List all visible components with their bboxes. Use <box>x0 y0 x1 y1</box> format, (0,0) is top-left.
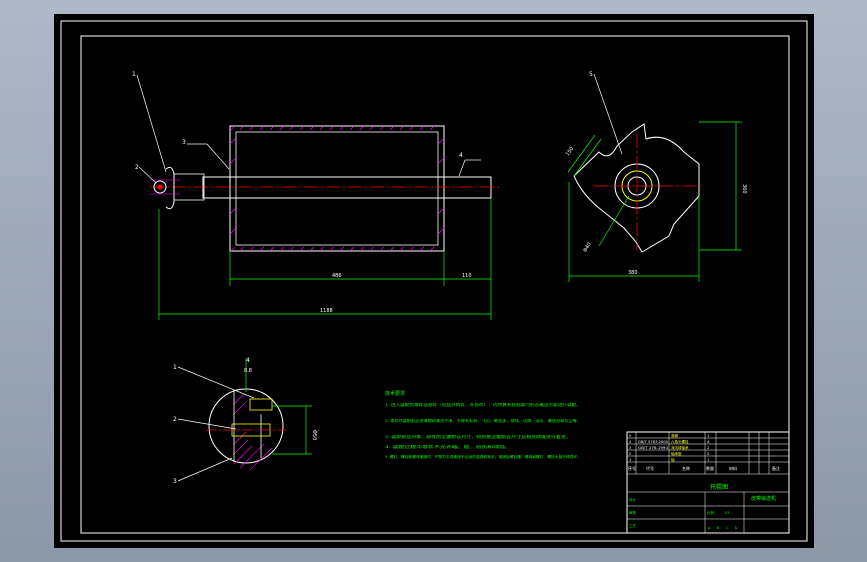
dim-side-w: 380 <box>628 270 638 276</box>
note-3: 3. 装配前应对零、部件的主要配合尺寸，特别是过盈配合尺寸及相关精度进行复查。 <box>385 434 571 439</box>
svg-text:轴承座: 轴承座 <box>671 451 682 456</box>
balloon-detail-3: 3 <box>173 478 177 485</box>
drawing-title: 托辊图 <box>710 483 728 491</box>
dim-side-h: 360 <box>741 184 747 194</box>
svg-text:代号: 代号 <box>646 465 654 471</box>
note-4: 4. 装配过程中零件不允许磕、碰、划伤和锈蚀。 <box>385 444 511 449</box>
drum-inner <box>235 131 439 246</box>
balloon-front-4: 4 <box>459 152 463 159</box>
svg-text:比例: 比例 <box>707 510 715 515</box>
svg-text:1: 1 <box>629 458 631 462</box>
svg-text:轴: 轴 <box>671 457 675 462</box>
svg-text:A: A <box>708 526 711 530</box>
note-1: 1. 进入装配的零件及部件（包括外购件、外协件），均须具有检验部门的合格证方能进… <box>385 402 581 407</box>
svg-text:材料: 材料 <box>729 465 737 471</box>
drum-outer <box>229 125 445 252</box>
parts-header: 序号 代号 名称 数量 材料 备注 <box>628 465 780 471</box>
shaft <box>202 176 492 199</box>
dim-drum-length: 486 <box>332 273 342 279</box>
svg-text:设计: 设计 <box>629 497 637 502</box>
balloon-side-1: 5 <box>589 71 593 78</box>
detail-hatching <box>233 393 273 471</box>
bracket-outline <box>573 123 700 253</box>
dim-side-diameter: Φ40 <box>582 242 593 254</box>
svg-text:GB/T 5783-2000: GB/T 5783-2000 <box>638 440 668 444</box>
detail-view: 1 2 3 4 8.8 Φ50 <box>173 357 317 485</box>
drum-hatching <box>229 125 445 252</box>
svg-text:六角头螺栓: 六角头螺栓 <box>671 439 689 444</box>
dim-section-width: 8.8 <box>244 368 252 374</box>
note-2: 2. 零件在装配前必须清理和清洗干净，不得有毛刺、飞边、氧化皮、锈蚀、切屑、油污… <box>385 418 581 423</box>
scale-cells: A B C D <box>708 526 738 530</box>
meta-cells: 设计 审核 工艺 比例 1:5 <box>629 497 730 528</box>
svg-text:名称: 名称 <box>682 465 690 471</box>
svg-text:B: B <box>717 526 720 530</box>
side-view: 5 150 360 380 Φ40 <box>565 71 747 282</box>
svg-text:工艺: 工艺 <box>629 523 637 528</box>
balloon-front-3: 3 <box>182 139 186 146</box>
technical-notes: 技术要求 1. 进入装配的零件及部件（包括外购件、外协件），均须具有检验部门的合… <box>385 390 581 459</box>
balloon-front-1: 1 <box>132 71 136 78</box>
svg-text:序号: 序号 <box>628 465 636 471</box>
svg-text:4: 4 <box>629 440 632 444</box>
side-dimensions <box>567 121 742 282</box>
cad-viewport: 1 2 3 4 486 110 1188 5 150 360 380 Φ40 1… <box>54 14 814 548</box>
svg-text:4: 4 <box>707 440 710 444</box>
front-view: 1 2 3 4 486 110 1188 <box>132 71 499 320</box>
assembly-drawing: 1 2 3 4 486 110 1188 5 150 360 380 Φ40 1… <box>60 20 808 542</box>
outer-border <box>60 20 808 542</box>
balloon-detail-1: 1 <box>173 364 177 371</box>
svg-text:2: 2 <box>707 446 709 450</box>
balloon-detail-4: 4 <box>246 357 250 364</box>
svg-text:滚筒: 滚筒 <box>671 433 679 438</box>
svg-text:C: C <box>726 526 729 530</box>
svg-text:2: 2 <box>707 452 709 456</box>
svg-text:GB/T 276-1994: GB/T 276-1994 <box>638 446 669 450</box>
detail-dimensions <box>245 358 312 455</box>
svg-text:1:5: 1:5 <box>724 511 730 515</box>
side-leader <box>593 73 623 155</box>
svg-text:审核: 审核 <box>629 510 637 515</box>
svg-text:3: 3 <box>629 446 631 450</box>
front-leaders <box>136 74 481 184</box>
balloon-detail-2: 2 <box>173 416 177 423</box>
svg-text:1: 1 <box>707 458 709 462</box>
dim-total-length: 1188 <box>320 308 333 314</box>
dim-side-a: 150 <box>565 146 576 157</box>
title-block: 5 滚筒 1 4 GB/T 5783-2000 六角头螺栓 4 3 GB/T 2… <box>626 431 790 534</box>
svg-text:5: 5 <box>629 434 631 438</box>
detail-bolt-upper <box>249 398 273 411</box>
end-cap <box>150 166 205 210</box>
svg-text:数量: 数量 <box>706 465 714 471</box>
front-dimensions <box>158 198 492 320</box>
dim-section-height: Φ50 <box>311 430 317 440</box>
svg-text:2: 2 <box>629 452 631 456</box>
svg-text:1: 1 <box>707 434 709 438</box>
note-5: 5. 螺钉、螺栓和螺母紧固时，严禁打击或使用不合适的旋具和扳手。紧固后螺钉槽、螺… <box>385 454 581 459</box>
svg-text:深沟球轴承: 深沟球轴承 <box>671 445 689 450</box>
svg-text:备注: 备注 <box>772 465 780 471</box>
drawing-name: 皮带输送机 <box>751 495 776 502</box>
dim-shaft-end: 110 <box>462 273 472 279</box>
balloon-front-2: 2 <box>135 164 139 171</box>
notes-title: 技术要求 <box>385 390 405 397</box>
svg-text:D: D <box>735 526 738 530</box>
parts-list: 5 滚筒 1 4 GB/T 5783-2000 六角头螺栓 4 3 GB/T 2… <box>629 433 710 462</box>
